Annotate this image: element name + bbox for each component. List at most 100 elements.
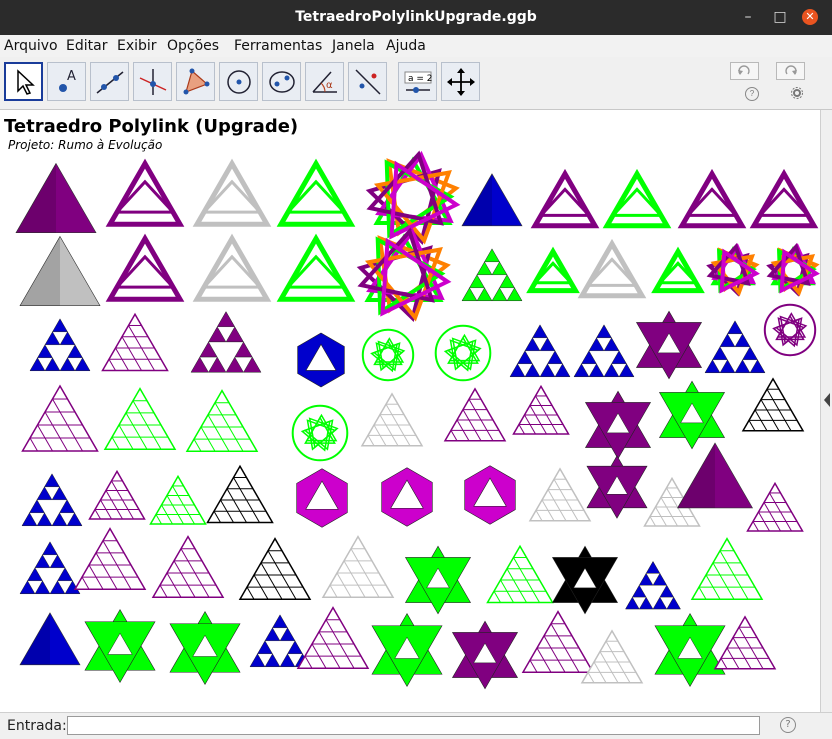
circle-icon — [227, 70, 251, 94]
tetrahedron-shape-0 — [15, 162, 97, 234]
tetrahedron-shape-46 — [296, 468, 348, 528]
tetrahedron-shape-22 — [101, 312, 169, 372]
tetrahedron-shape-17 — [577, 238, 647, 299]
slider-tool-button[interactable]: a = 2 — [398, 62, 437, 101]
input-help-icon[interactable]: ? — [780, 717, 796, 733]
menu-ajuda[interactable]: Ajuda — [386, 38, 426, 54]
window-title: TetraedroPolylinkUpgrade.ggb — [295, 9, 537, 25]
tetrahedron-shape-27 — [509, 324, 571, 378]
redo-icon — [785, 65, 797, 75]
close-button[interactable]: ✕ — [802, 9, 818, 25]
tetrahedron-shape-26 — [434, 324, 492, 382]
graphics-view[interactable] — [0, 110, 820, 712]
cursor-arrow-icon — [17, 69, 35, 95]
tetrahedron-shape-47 — [381, 467, 433, 527]
tetrahedron-shape-35 — [291, 404, 349, 462]
redo-button[interactable] — [776, 62, 805, 80]
tetrahedron-shape-5 — [461, 173, 523, 227]
menu-bar: Arquivo Editar Exibir Opções Ferramentas… — [0, 35, 832, 57]
menu-arquivo[interactable]: Arquivo — [4, 38, 58, 54]
move-graphics-tool-button[interactable] — [441, 62, 480, 101]
tetrahedron-shape-38 — [512, 384, 570, 435]
tetrahedron-shape-29 — [635, 310, 703, 380]
tetrahedron-shape-12 — [192, 233, 272, 302]
move-tool-button[interactable] — [4, 62, 43, 101]
tetrahedron-shape-40 — [658, 380, 726, 450]
input-field[interactable] — [67, 716, 760, 735]
tetrahedron-shape-25 — [361, 328, 415, 382]
tetrahedron-shape-60 — [486, 544, 554, 604]
tetrahedron-shape-8 — [677, 168, 747, 229]
tetrahedron-shape-19 — [706, 243, 760, 297]
tetrahedron-shape-13 — [276, 233, 356, 302]
tetrahedron-shape-55 — [73, 527, 147, 590]
tetrahedron-shape-36 — [360, 392, 424, 447]
perpendicular-tool-button[interactable] — [133, 62, 172, 101]
input-label: Entrada: — [7, 718, 67, 734]
tetrahedron-shape-61 — [551, 545, 619, 615]
tetrahedron-shape-52 — [676, 442, 754, 509]
tetrahedron-shape-24 — [297, 332, 345, 388]
tetrahedron-shape-3 — [276, 158, 356, 227]
perpendicular-icon — [139, 69, 167, 95]
tetrahedron-shape-11 — [105, 233, 185, 302]
sidebar-toggle[interactable] — [820, 110, 832, 712]
tetrahedron-shape-20 — [766, 243, 820, 297]
chevron-left-icon — [824, 393, 830, 407]
tetrahedron-shape-9 — [749, 168, 819, 229]
tetrahedron-shape-44 — [149, 474, 207, 525]
tetrahedron-shape-70 — [451, 620, 519, 690]
reflect-tool-button[interactable] — [348, 62, 387, 101]
circle-tool-button[interactable] — [219, 62, 258, 101]
angle-tool-button[interactable]: α — [305, 62, 344, 101]
tetrahedron-shape-30 — [704, 320, 766, 374]
tetrahedron-shape-1 — [105, 158, 185, 227]
menu-opcoes[interactable]: Opções — [167, 38, 219, 54]
conic-tool-button[interactable] — [262, 62, 301, 101]
help-icon[interactable]: ? — [745, 87, 759, 101]
tetrahedron-shape-23 — [190, 311, 262, 373]
tetrahedron-shape-54 — [19, 541, 81, 595]
tetrahedron-shape-39 — [584, 390, 652, 460]
menu-exibir[interactable]: Exibir — [117, 38, 157, 54]
point-tool-button[interactable]: A — [47, 62, 86, 101]
tetrahedron-shape-37 — [443, 387, 507, 442]
tetrahedron-shape-74 — [713, 615, 777, 670]
tetrahedron-shape-15 — [461, 248, 523, 302]
tetrahedron-shape-50 — [586, 455, 648, 519]
tetrahedron-shape-43 — [88, 469, 146, 520]
maximize-button[interactable]: □ — [772, 9, 788, 25]
point-icon: A — [59, 69, 76, 92]
tetrahedron-shape-32 — [21, 384, 99, 452]
tetrahedron-shape-65 — [84, 609, 156, 683]
gear-icon[interactable] — [791, 87, 803, 99]
tetrahedron-shape-31 — [763, 303, 817, 357]
tetrahedron-shape-68 — [296, 606, 370, 669]
tetrahedron-shape-14 — [356, 227, 452, 322]
tetrahedron-shape-45 — [206, 464, 274, 524]
undo-icon — [738, 65, 750, 75]
menu-ferramentas[interactable]: Ferramentas — [234, 38, 322, 54]
title-bar: TetraedroPolylinkUpgrade.ggb – □ ✕ — [0, 0, 832, 35]
page-subtitle: Projeto: Rumo à Evolução — [8, 138, 163, 152]
tetrahedron-shape-33 — [103, 387, 177, 450]
tetrahedron-shape-16 — [526, 246, 580, 294]
minimize-button[interactable]: – — [740, 9, 756, 25]
tetrahedron-shape-18 — [651, 246, 705, 294]
tetrahedron-shape-28 — [573, 324, 635, 378]
toolbar: A α a = 2 ? — [0, 57, 832, 110]
tetrahedron-shape-59 — [404, 545, 472, 615]
angle-icon: α — [312, 71, 337, 93]
undo-button[interactable] — [730, 62, 759, 80]
tetrahedron-shape-72 — [580, 629, 644, 684]
tetrahedron-shape-62 — [625, 560, 681, 610]
tetrahedron-shape-42 — [21, 473, 83, 527]
tetrahedron-shape-21 — [29, 318, 91, 372]
svg-text:α: α — [326, 80, 333, 91]
menu-editar[interactable]: Editar — [66, 38, 107, 54]
menu-janela[interactable]: Janela — [332, 38, 375, 54]
move-arrows-icon — [447, 68, 475, 96]
polygon-tool-button[interactable] — [176, 62, 215, 101]
line-tool-button[interactable] — [90, 62, 129, 101]
line-icon — [96, 71, 124, 94]
